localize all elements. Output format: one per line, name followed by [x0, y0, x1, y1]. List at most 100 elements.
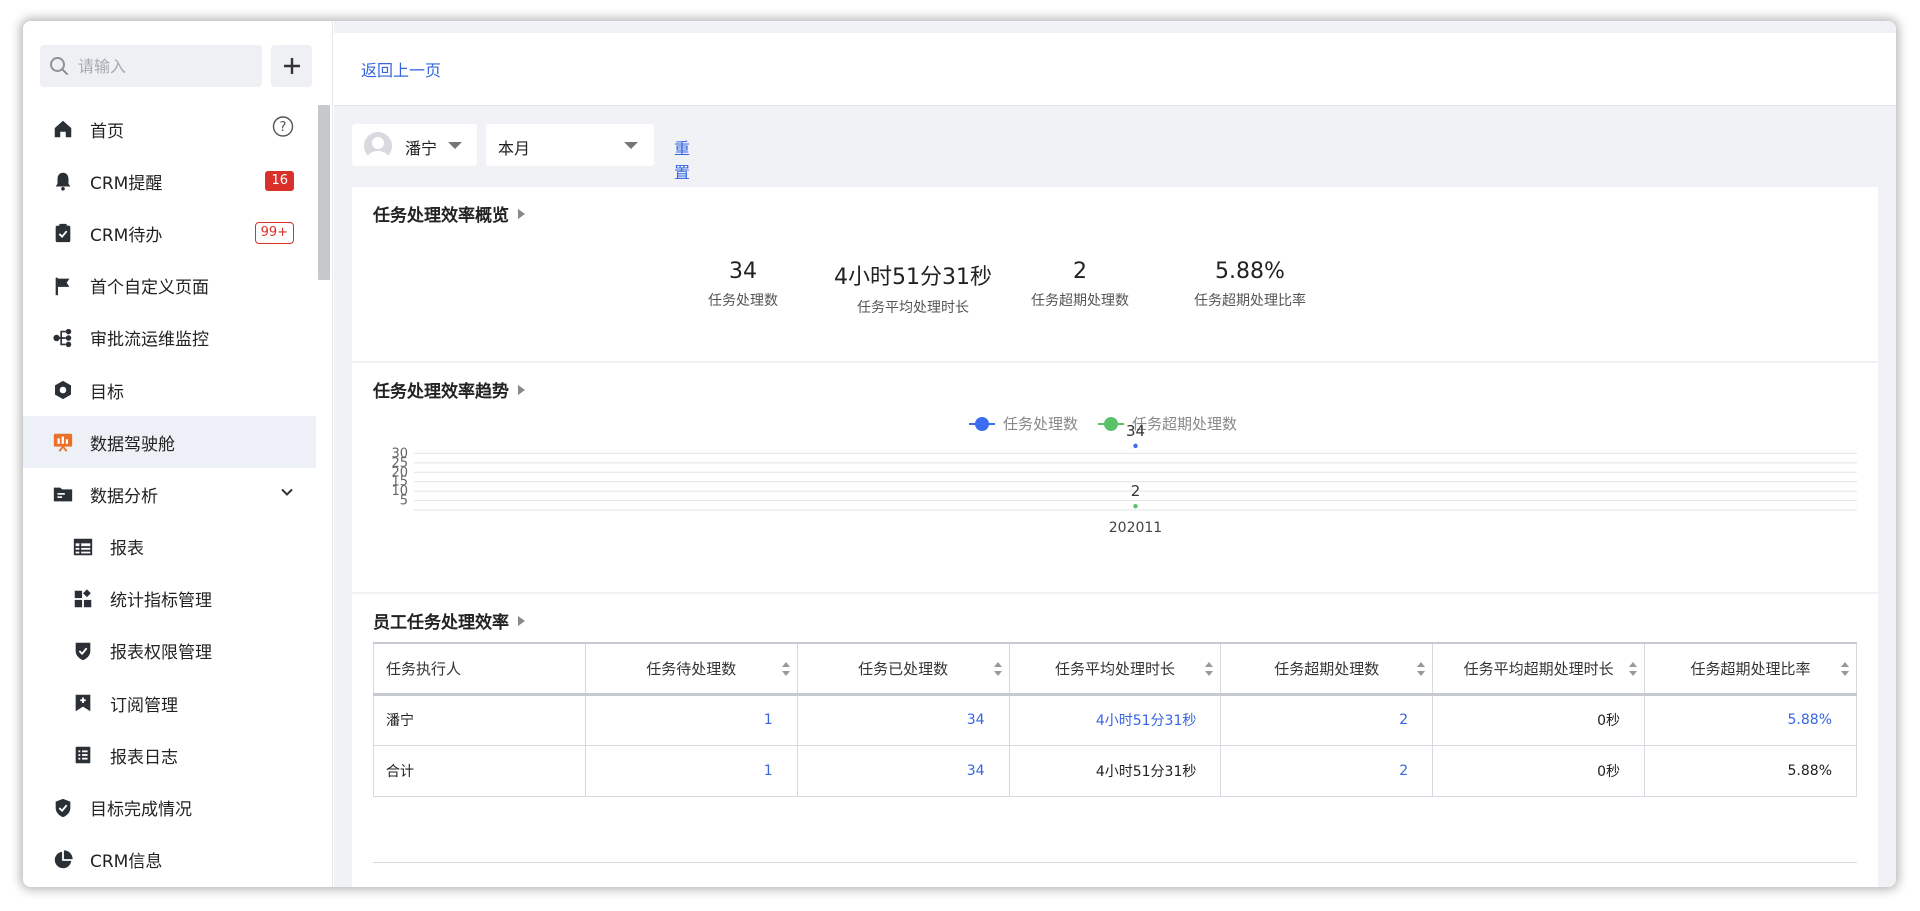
sidebar-item-approval-monitor[interactable]: 审批流运维监控: [23, 312, 316, 364]
sidebar-item-label: 订阅管理: [110, 695, 178, 716]
cell-executor: 潘宁: [373, 693, 586, 746]
pie-icon: [51, 848, 75, 872]
column-header-overdue-count[interactable]: 任务超期处理数: [1220, 642, 1434, 696]
sort-icon[interactable]: [1416, 661, 1426, 677]
bell-icon: [51, 169, 75, 193]
stat-value: 34: [729, 259, 757, 284]
app-window: 首页 ? CRM提醒 16 CRM待办 99+: [23, 21, 1896, 887]
employee-title-text: 员工任务处理效率: [373, 613, 509, 633]
data-point: [1133, 504, 1138, 509]
stat-label: 任务超期处理数: [1031, 293, 1129, 309]
sidebar-item-crm-info[interactable]: CRM信息: [23, 834, 316, 886]
main-content: 返回上一页 潘宁 本月 重置 任务处理效率概览 34 任务处理数 4小时51分3…: [334, 21, 1896, 887]
cell-avg-overdue-duration: 0秒: [1432, 693, 1646, 746]
chevron-down-icon[interactable]: [280, 484, 294, 504]
trend-chart: 51015202530202011342: [391, 422, 1857, 536]
period-select[interactable]: 本月: [486, 124, 654, 166]
column-header-executor[interactable]: 任务执行人: [373, 642, 586, 696]
column-header-avg-overdue-duration[interactable]: 任务平均超期处理时长: [1432, 642, 1646, 696]
sort-icon[interactable]: [993, 661, 1003, 677]
search-row: [40, 45, 312, 89]
list-icon: [71, 743, 95, 767]
caret-down-icon: [448, 142, 462, 149]
column-header-label: 任务待处理数: [646, 659, 737, 678]
reminder-count-badge: 16: [265, 171, 294, 192]
cell-pending[interactable]: 1: [584, 693, 798, 746]
employee-panel: 员工任务处理效率 任务执行人 任务待处理数 任务已处理数 任务平均处理时长 任务…: [352, 594, 1878, 887]
sort-icon[interactable]: [1204, 661, 1214, 677]
cell-overdue-ratio[interactable]: 5.88%: [1644, 693, 1857, 746]
sidebar: 首页 ? CRM提醒 16 CRM待办 99+: [23, 21, 333, 887]
column-header-pending[interactable]: 任务待处理数: [584, 642, 798, 696]
sidebar-item-home[interactable]: 首页 ?: [23, 103, 316, 155]
x-tick-label: 202011: [1109, 520, 1162, 536]
overview-title: 任务处理效率概览: [373, 201, 525, 226]
sidebar-item-report-log[interactable]: 报表日志: [23, 729, 316, 781]
column-header-label: 任务超期处理数: [1274, 659, 1380, 678]
stat-overdue-count: 2 任务超期处理数: [995, 259, 1165, 310]
sidebar-item-report[interactable]: 报表: [23, 521, 316, 573]
sidebar-item-label: CRM信息: [90, 852, 163, 873]
employee-table: 任务执行人 任务待处理数 任务已处理数 任务平均处理时长 任务超期处理数 任务平…: [373, 642, 1857, 797]
period-value: 本月: [498, 139, 531, 158]
sidebar-item-label: CRM待办: [90, 225, 163, 246]
column-header-avg-duration[interactable]: 任务平均处理时长: [1008, 642, 1222, 696]
cell-processed[interactable]: 34: [796, 744, 1010, 797]
cell-pending[interactable]: 1: [584, 744, 798, 797]
cell-overdue-count[interactable]: 2: [1220, 693, 1434, 746]
cell-avg-duration: 4小时51分31秒: [1008, 744, 1222, 797]
svg-text:?: ?: [280, 120, 287, 135]
sidebar-item-label: 报表: [110, 539, 144, 560]
search-icon: [50, 57, 68, 75]
divider: [373, 862, 1857, 863]
sidebar-scrollbar[interactable]: [318, 105, 330, 280]
sidebar-item-data-cockpit[interactable]: 数据驾驶舱: [23, 416, 316, 469]
data-label: 2: [1131, 482, 1141, 500]
sidebar-item-custom-page[interactable]: 首个自定义页面: [23, 260, 316, 312]
help-icon[interactable]: ?: [272, 116, 294, 143]
y-tick-label: 30: [391, 446, 408, 461]
column-header-label: 任务已处理数: [858, 659, 949, 678]
sidebar-item-report-permission[interactable]: 报表权限管理: [23, 625, 316, 677]
sidebar-item-crm-reminder[interactable]: CRM提醒 16: [23, 155, 316, 207]
sidebar-item-crm-todo[interactable]: CRM待办 99+: [23, 207, 316, 259]
cell-overdue-count[interactable]: 2: [1220, 744, 1434, 797]
sidebar-item-label: 首页: [90, 121, 124, 142]
sidebar-item-metric-manage[interactable]: 统计指标管理: [23, 573, 316, 625]
cell-processed[interactable]: 34: [796, 693, 1010, 746]
search-box[interactable]: [40, 45, 262, 87]
sidebar-item-subscription[interactable]: 订阅管理: [23, 677, 316, 729]
column-header-processed[interactable]: 任务已处理数: [796, 642, 1010, 696]
sidebar-item-target[interactable]: 目标: [23, 364, 316, 416]
cell-avg-duration[interactable]: 4小时51分31秒: [1008, 693, 1222, 746]
caret-right-icon[interactable]: [518, 615, 525, 626]
caret-right-icon[interactable]: [518, 208, 525, 219]
employee-title: 员工任务处理效率: [373, 608, 525, 633]
cell-executor: 合计: [373, 744, 586, 797]
clipboard-check-icon: [51, 221, 75, 245]
sort-icon[interactable]: [781, 661, 791, 677]
sidebar-item-label: 统计指标管理: [110, 591, 212, 612]
sidebar-nav: 首页 ? CRM提醒 16 CRM待办 99+ 首个自定义页面 审批流运维监控 …: [23, 103, 316, 886]
todo-count-badge: 99+: [254, 222, 294, 245]
table-header-row: 任务执行人 任务待处理数 任务已处理数 任务平均处理时长 任务超期处理数 任务平…: [373, 642, 1857, 696]
sidebar-item-label: 数据分析: [90, 486, 158, 507]
person-select[interactable]: 潘宁: [352, 124, 477, 166]
stat-value: 5.88%: [1215, 259, 1285, 284]
back-link[interactable]: 返回上一页: [361, 57, 441, 81]
sort-icon[interactable]: [1840, 661, 1850, 677]
sidebar-item-data-analysis[interactable]: 数据分析: [23, 468, 316, 520]
reset-link[interactable]: 重置: [674, 135, 690, 183]
column-header-label: 任务平均超期处理时长: [1463, 659, 1614, 678]
sidebar-item-label: 报表权限管理: [110, 643, 212, 664]
sidebar-item-target-completion[interactable]: 目标完成情况: [23, 781, 316, 833]
search-input[interactable]: [78, 45, 258, 87]
column-header-overdue-ratio[interactable]: 任务超期处理比率: [1644, 642, 1857, 696]
sort-icon[interactable]: [1628, 661, 1638, 677]
plus-icon: [283, 58, 300, 74]
cell-avg-overdue-duration: 0秒: [1432, 744, 1646, 797]
flow-icon: [51, 326, 75, 350]
add-button[interactable]: [271, 45, 312, 87]
flag-icon: [51, 274, 75, 298]
stat-task-count: 34 任务处理数: [658, 259, 828, 310]
